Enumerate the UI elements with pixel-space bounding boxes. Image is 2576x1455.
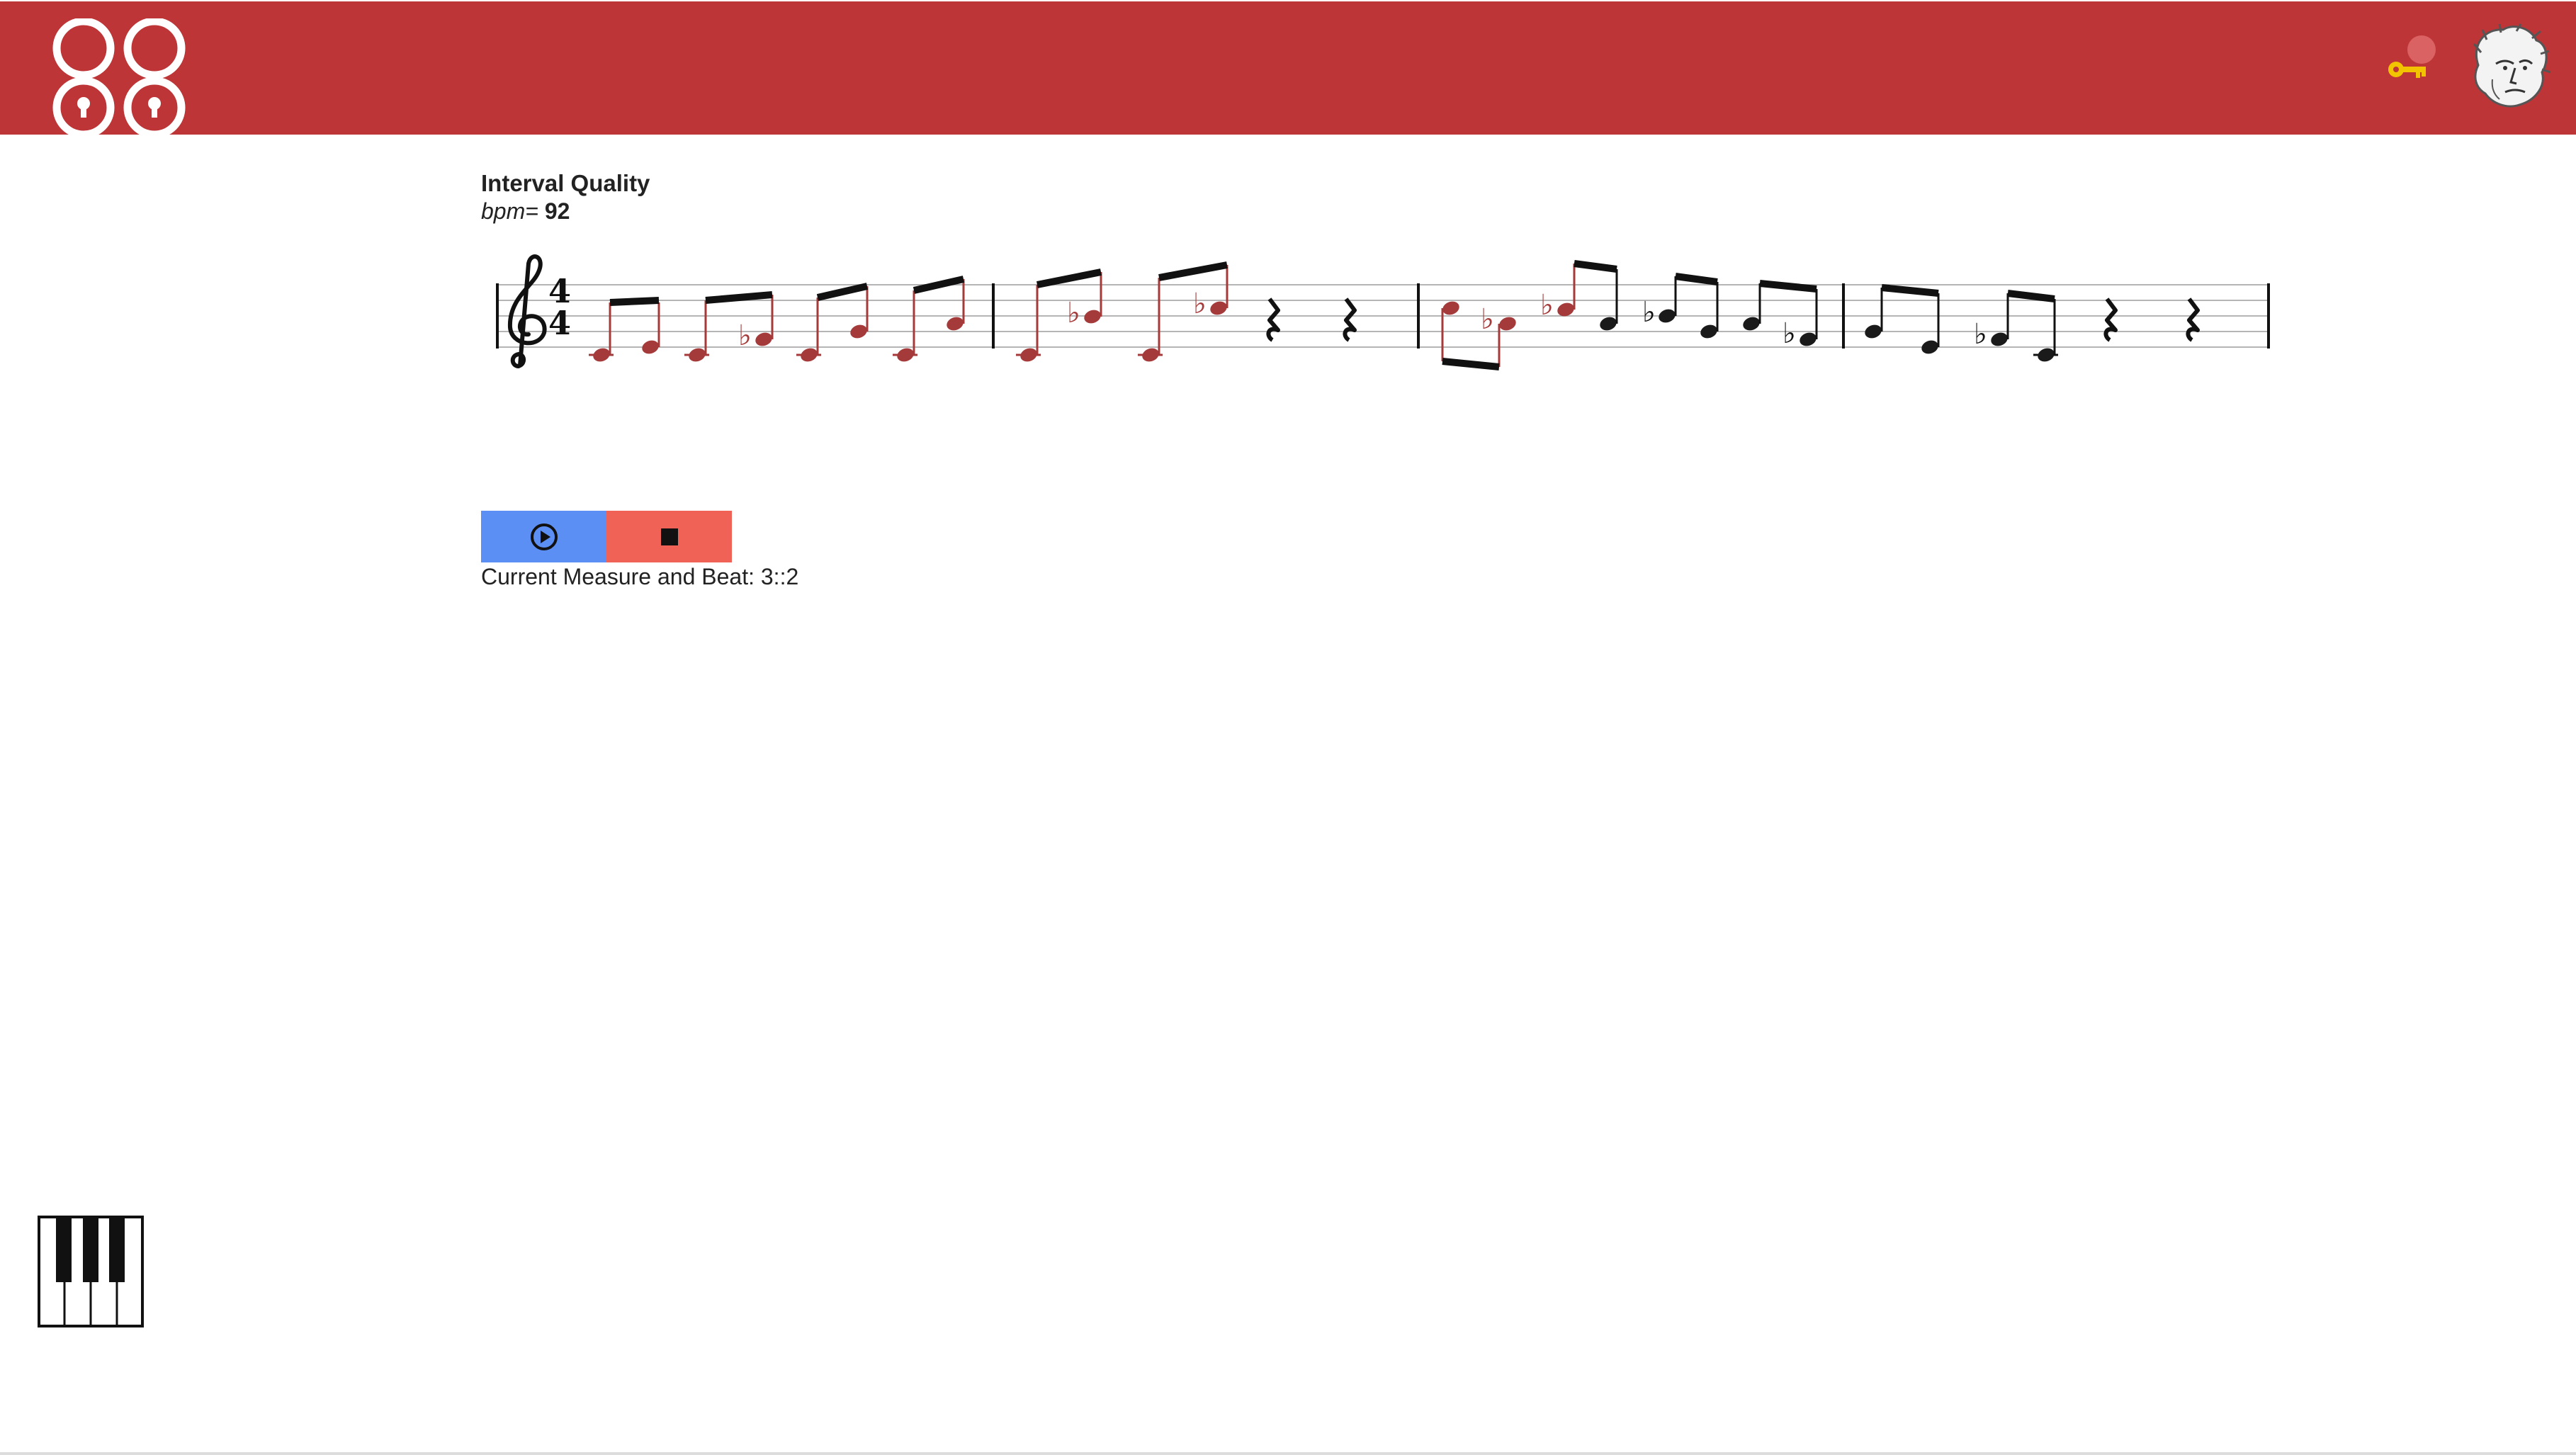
note: [2038, 348, 2055, 362]
flat-sign: ♭: [1193, 288, 1207, 320]
beethoven-avatar-icon[interactable]: [2464, 23, 2552, 111]
measure-4: ♭: [1865, 284, 2200, 362]
note: [897, 348, 914, 362]
note: [1600, 317, 1617, 331]
note: [1210, 301, 1227, 315]
piano-keyboard-icon[interactable]: [38, 1216, 144, 1327]
playback-controls: [481, 511, 732, 562]
note: [1142, 348, 1159, 362]
playback-status: Current Measure and Beat: 3::2: [481, 564, 799, 589]
flat-sign: ♭: [1540, 289, 1554, 322]
note: [801, 348, 818, 362]
tempo-value: 92: [544, 198, 570, 224]
note: [1084, 310, 1101, 324]
play-button[interactable]: [481, 511, 606, 562]
time-signature-bottom: 4: [548, 304, 571, 342]
keys-button[interactable]: [2383, 35, 2440, 92]
note: [1499, 317, 1516, 331]
note: [1991, 332, 2008, 346]
note: [850, 324, 867, 339]
tempo-label: bpm: [481, 198, 526, 224]
measure-2: ♭ ♭: [1016, 261, 1357, 362]
flat-sign: ♭: [738, 319, 752, 352]
flat-sign: ♭: [1642, 296, 1656, 329]
top-bar: [0, 1, 2576, 137]
88-keys-logo-icon[interactable]: [48, 18, 190, 137]
stop-button[interactable]: [606, 511, 732, 562]
note: [1700, 324, 1717, 339]
quarter-rest: [1266, 298, 1280, 342]
tempo-marking: bpm= 92: [481, 198, 570, 225]
exercise-title: Interval Quality: [481, 170, 650, 196]
note: [1800, 332, 1817, 346]
note: [1659, 309, 1676, 323]
note: [1743, 317, 1760, 331]
note: [1020, 348, 1037, 362]
note: [1921, 340, 1938, 354]
stop-square-icon: [660, 528, 678, 545]
music-staff: 4 4 ♭ ♭ ♭ ♭ ♭ ♭ ♭ ♭: [496, 254, 2270, 370]
note: [947, 317, 964, 331]
quarter-rest: [2186, 298, 2200, 342]
note: [1865, 324, 1882, 339]
note: [642, 340, 659, 354]
tempo-equals: =: [525, 198, 538, 224]
flat-sign: ♭: [1783, 317, 1796, 350]
measure-1: ♭: [589, 276, 965, 362]
key-icon: [2388, 35, 2436, 78]
play-circle-icon: [530, 523, 558, 550]
note: [593, 348, 610, 362]
flat-sign: ♭: [1974, 318, 1987, 351]
note: [1442, 301, 1459, 315]
treble-clef-icon: [507, 254, 547, 368]
note: [755, 332, 772, 346]
flat-sign: ♭: [1481, 303, 1494, 336]
note: [689, 348, 706, 362]
flat-sign: ♭: [1067, 297, 1080, 329]
bottom-divider: [0, 1452, 2576, 1455]
quarter-rest: [2103, 298, 2118, 342]
quarter-rest: [1343, 298, 1357, 342]
